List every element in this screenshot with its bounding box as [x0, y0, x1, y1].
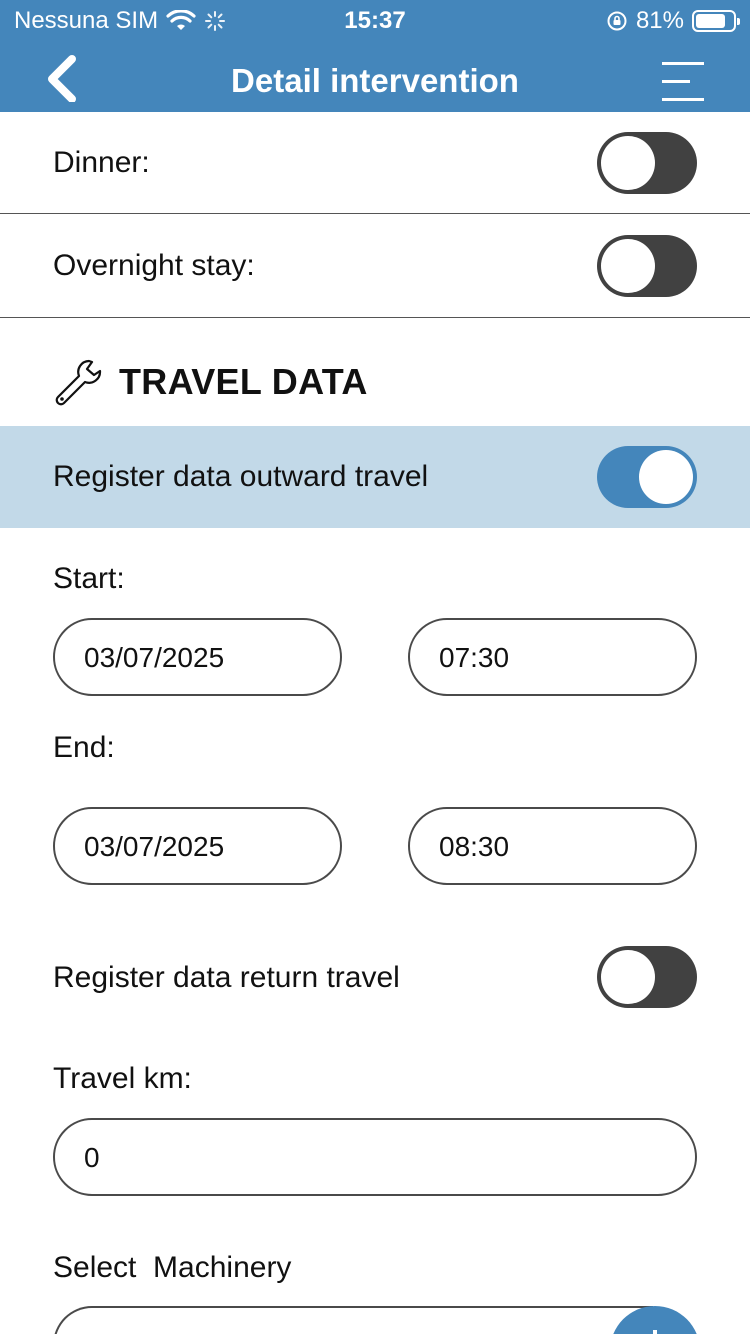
start-time-value: 07:30 — [439, 642, 510, 673]
nav-bar: Detail intervention — [0, 40, 750, 112]
start-label: Start: — [53, 562, 125, 595]
page-title: Detail intervention — [231, 62, 519, 99]
menu-icon — [662, 62, 704, 101]
travel-data-header: TRAVEL DATA — [53, 356, 368, 408]
overnight-toggle[interactable] — [597, 235, 697, 297]
start-time-field[interactable]: 07:30 — [408, 618, 697, 696]
end-time-value: 08:30 — [439, 831, 510, 862]
return-travel-label: Register data return travel — [53, 961, 400, 994]
toggle-knob — [601, 239, 655, 293]
return-travel-row: Register data return travel — [0, 926, 750, 1028]
wrench-icon — [55, 359, 102, 406]
dinner-row: Dinner: — [0, 112, 750, 214]
dinner-toggle[interactable] — [597, 132, 697, 194]
end-time-field[interactable]: 08:30 — [408, 807, 697, 885]
travel-km-label: Travel km: — [53, 1062, 192, 1095]
plus-icon — [653, 1330, 657, 1334]
battery-level — [696, 14, 725, 28]
status-right: 81% — [606, 7, 740, 35]
machinery-label: Select Machinery — [53, 1251, 292, 1284]
travel-km-field[interactable]: 0 — [53, 1118, 697, 1196]
start-date-field[interactable]: 03/07/2025 — [53, 618, 342, 696]
machinery-select[interactable] — [53, 1306, 653, 1334]
dinner-label: Dinner: — [53, 146, 150, 179]
status-bar: Nessuna SIM 15:37 81% — [0, 0, 750, 40]
toggle-knob — [639, 450, 693, 504]
outward-travel-toggle[interactable] — [597, 446, 697, 508]
section-title: TRAVEL DATA — [119, 361, 368, 402]
overnight-label: Overnight stay: — [53, 249, 255, 282]
start-date-value: 03/07/2025 — [84, 642, 225, 673]
menu-button[interactable] — [662, 60, 706, 104]
end-date-field[interactable]: 03/07/2025 — [53, 807, 342, 885]
outward-travel-row: Register data outward travel — [0, 426, 750, 528]
battery-icon — [692, 10, 740, 32]
outward-travel-label: Register data outward travel — [53, 460, 429, 493]
toggle-knob — [601, 136, 655, 190]
return-travel-toggle[interactable] — [597, 946, 697, 1008]
battery-percent: 81% — [635, 7, 684, 34]
end-date-value: 03/07/2025 — [84, 831, 225, 862]
travel-km-value: 0 — [84, 1142, 100, 1173]
overnight-row: Overnight stay: — [0, 214, 750, 317]
end-label: End: — [53, 731, 115, 764]
divider — [0, 317, 750, 318]
orientation-lock-icon — [607, 11, 627, 31]
toggle-knob — [601, 950, 655, 1004]
